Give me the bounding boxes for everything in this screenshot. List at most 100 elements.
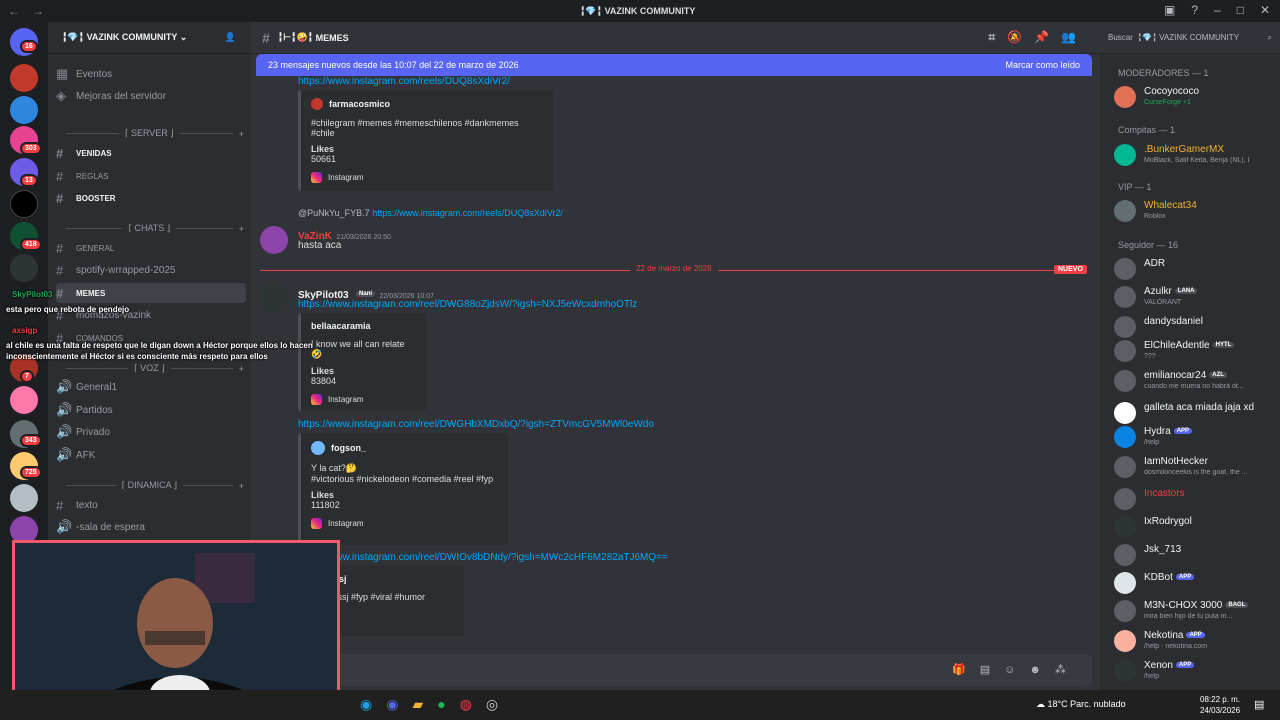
member-item[interactable]: Xenon APP/help	[1114, 658, 1276, 684]
embed-text: Y la cat?🤔	[311, 463, 358, 473]
title-bar: ←→ ╏💎╏ VAZINK COMMUNITY ▣ ? – □ ✕	[0, 0, 1280, 22]
embed-text: #victorious #nickelodeon #comedia #reel …	[311, 474, 494, 484]
member-item[interactable]: emilianocar24 AZL cuando me muera no habrá…	[1114, 368, 1276, 394]
instagram-embed: fogson_ Y la cat?🤔 #victorious #nickelod…	[298, 433, 508, 545]
server-badge: 303	[20, 142, 42, 155]
events-item[interactable]: ▦ Eventos	[56, 64, 246, 84]
taskbar-apps[interactable]: ◉ ◉ ▰ ● ◍ ◎	[360, 696, 498, 713]
new-label: NUEVO	[1054, 265, 1087, 274]
chrome-icon: ◍	[459, 696, 472, 712]
new-messages-bar[interactable]: 23 mensajes nuevos desde las 10:07 del 2…	[256, 54, 1092, 76]
embed-footer: Instagram	[328, 519, 364, 528]
member-item[interactable]: Azulkr LANA VALORANT	[1114, 284, 1276, 310]
instagram-icon	[311, 394, 322, 405]
embed-author: farmacosmico	[329, 99, 391, 109]
reply-preview[interactable]: @PuNkYu_FYB.7 https://www.instagram.com/…	[298, 208, 563, 218]
member-item[interactable]: Whalecat34 Roblox	[1114, 198, 1276, 224]
add-member-icon[interactable]: 👤	[225, 32, 236, 43]
edge-icon: ◉	[360, 696, 373, 712]
server-icon[interactable]	[10, 96, 38, 124]
help-icon[interactable]: ?	[1191, 3, 1198, 17]
nav-arrows[interactable]: ←→	[8, 4, 56, 18]
member-item[interactable]: M3N-CHOX 3000 BAGL mira bien hijo de tu pu…	[1114, 598, 1276, 624]
member-item[interactable]: KDBot APP	[1114, 570, 1276, 596]
speaker-icon: 🔊	[56, 402, 73, 417]
search-bar[interactable]: Buscar ╏💎╏ VAZINK COMMUNITY ⌕	[1100, 22, 1280, 54]
message-link[interactable]: https://www.instagram.com/reel/DWGHbXMDx…	[298, 419, 654, 430]
time-text: 08:22 p. m.	[1200, 695, 1241, 704]
likes-count: 83804	[311, 376, 337, 386]
member-item[interactable]: IamNotHecker dosmilonceekis is the goat, …	[1114, 454, 1276, 480]
clock[interactable]: 08:22 p. m. 24/03/2026	[1200, 694, 1240, 716]
member-item[interactable]: ElChileAdentle HYTL???	[1114, 338, 1276, 364]
voice-sala[interactable]: 🔊 -sala de espera	[56, 517, 246, 537]
member-item[interactable]: dandysdaniel	[1114, 314, 1276, 340]
member-item[interactable]: Hydra APP/help	[1114, 424, 1276, 450]
author-avatar	[311, 441, 325, 455]
category-voz[interactable]: ⌈ VOZ ⌋ +	[60, 363, 244, 374]
message-link[interactable]: https://www.instagram.com/reel/DWG88oZjd…	[298, 299, 637, 310]
user-avatar[interactable]	[260, 284, 288, 312]
obs-icon: ◎	[485, 696, 499, 712]
channel-memes[interactable]: # MEMES	[56, 283, 246, 303]
hash-icon: #	[56, 240, 64, 256]
category-server[interactable]: ⌈ SERVER ⌋ +	[60, 128, 244, 139]
member-group-label: Seguidor — 16	[1118, 240, 1179, 250]
member-item[interactable]: IxRodrygol	[1114, 514, 1276, 540]
channel-venidas[interactable]: # VENIDAS	[56, 143, 246, 163]
close-button[interactable]: ✕	[1260, 3, 1270, 17]
member-group-label: MODERADORES — 1	[1118, 68, 1209, 78]
overlay-message: al chile es una falta de respeto que le …	[6, 341, 313, 361]
member-item[interactable]: Cocoyococo CurseForge +1	[1114, 84, 1276, 110]
member-item[interactable]: galleta aca miada jaja xd	[1114, 400, 1276, 426]
window-controls: ▣ ? – □ ✕	[1164, 3, 1270, 17]
taskbar: ◉ ◉ ▰ ● ◍ ◎ ☁ 18°C Parc. nublado 08:22 p…	[0, 690, 1280, 720]
message-input[interactable]: 🎁▤☺☻⁂	[258, 654, 1092, 686]
message-link[interactable]: https://www.instagram.com/reel/DWIOv8bDN…	[298, 552, 668, 563]
author-avatar	[311, 98, 323, 110]
server-icon[interactable]	[10, 386, 38, 414]
server-icon[interactable]	[10, 64, 38, 92]
boosts-item[interactable]: ◈ Mejoras del servidor	[56, 86, 246, 106]
minimize-button[interactable]: –	[1214, 3, 1221, 17]
member-item[interactable]: Incastors	[1114, 486, 1276, 512]
message-link[interactable]: https://www.instagram.com/reels/DUQ8sXdi…	[298, 76, 510, 87]
member-item[interactable]: Jsk_713	[1114, 542, 1276, 568]
likes-label: Likes	[311, 490, 335, 500]
server-icon[interactable]	[10, 254, 38, 282]
embed-text: #chilegram #memes #memeschilenos #dankme…	[311, 118, 519, 138]
member-item[interactable]: ADR	[1114, 256, 1276, 282]
channel-general[interactable]: # GENERAL	[56, 238, 246, 258]
overlay-chat-line: axsigp	[12, 326, 37, 335]
category-chats[interactable]: ⌈ CHATS ⌋ +	[60, 223, 244, 234]
overlay-username: axsigp	[12, 326, 38, 335]
voice-partidos[interactable]: 🔊 Partidos	[56, 400, 246, 420]
composer-tools[interactable]: 🎁▤☺☻⁂	[952, 663, 1080, 676]
channel-reglas[interactable]: # REGLAS	[56, 166, 246, 186]
category-dinamica[interactable]: ⌈ DINAMICA ⌋ +	[60, 480, 244, 491]
add-icon: +	[238, 223, 244, 234]
member-item[interactable]: .BunkerGamerMX MoBlack, Salif Keita, Benj…	[1114, 142, 1276, 168]
server-icon[interactable]	[10, 484, 38, 512]
tiktok-server-icon[interactable]	[10, 190, 38, 218]
voice-afk[interactable]: 🔊 AFK	[56, 445, 246, 465]
channel-spotify[interactable]: # spotify-wrrapped-2025	[56, 260, 246, 280]
channel-texto[interactable]: # texto	[56, 495, 246, 515]
user-avatar[interactable]	[260, 226, 288, 254]
voice-privado[interactable]: 🔊 Privado	[56, 422, 246, 442]
header-tools[interactable]: ⌗🔕📌👥	[988, 30, 1088, 45]
overlay-message: esta pero que rebota de pendejo	[6, 305, 130, 314]
guild-header[interactable]: ╏💎╏ VAZINK COMMUNITY ⌄ 👤	[48, 22, 250, 54]
member-item[interactable]: Nekotina APP/help · nekotina.com	[1114, 628, 1276, 654]
mark-read-button[interactable]: Marcar como leído	[1005, 60, 1080, 70]
hash-icon: #	[56, 168, 64, 184]
likes-count: 111802	[311, 500, 340, 510]
embed-author: bellaacaramia	[311, 321, 371, 331]
weather-widget[interactable]: ☁ 18°C Parc. nublado	[1036, 699, 1126, 710]
embed-text: I know we all can relate 🤣	[311, 339, 405, 359]
notification-icon[interactable]: ▤	[1254, 698, 1264, 711]
maximize-button[interactable]: □	[1237, 3, 1244, 17]
channel-booster[interactable]: # BOOSTER	[56, 188, 246, 208]
voice-general1[interactable]: 🔊 General1	[56, 377, 246, 397]
inbox-icon[interactable]: ▣	[1164, 3, 1175, 17]
